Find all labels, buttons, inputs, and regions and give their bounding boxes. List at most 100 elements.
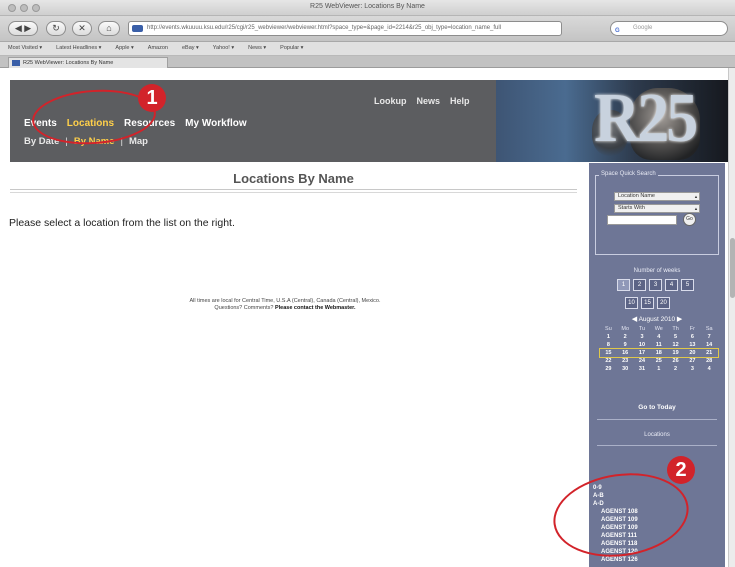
back-forward-button[interactable]: ◀ ▶	[8, 21, 38, 36]
weeks-option[interactable]: 10	[625, 297, 638, 309]
calendar-day[interactable]: 4	[650, 333, 667, 341]
bookmark-item[interactable]: Most Visited ▾	[8, 42, 42, 55]
bookmark-item[interactable]: Latest Headlines ▾	[56, 42, 101, 55]
calendar-day[interactable]: 22	[600, 357, 617, 365]
calendar-day[interactable]: 26	[667, 357, 684, 365]
calendar-week: 29 30 31 1 2 3 4	[600, 365, 718, 373]
weeks-option[interactable]: 5	[681, 279, 694, 291]
bookmark-item[interactable]: Apple ▾	[115, 42, 133, 55]
calendar-day[interactable]: 15	[600, 349, 617, 357]
home-icon: ⌂	[106, 23, 112, 33]
calendar-day[interactable]: 3	[634, 333, 651, 341]
calendar-month: August 2010	[638, 316, 676, 323]
scrollbar-thumb[interactable]	[730, 238, 735, 298]
stop-button[interactable]: ✕	[72, 21, 92, 36]
forward-icon[interactable]: ▶	[24, 23, 31, 33]
help-link[interactable]: Help	[450, 96, 470, 106]
calendar-day[interactable]: 9	[617, 341, 634, 349]
calendar-week: 8 9 10 11 12 13 14	[600, 341, 718, 349]
calendar-day[interactable]: 2	[667, 365, 684, 373]
quick-search-go-button[interactable]: Go	[683, 213, 696, 226]
quick-search-input[interactable]	[607, 215, 677, 225]
weeks-option[interactable]: 1	[617, 279, 630, 291]
calendar-day[interactable]: 19	[667, 349, 684, 357]
lookup-link[interactable]: Lookup	[374, 96, 407, 106]
search-field-select[interactable]: Location Name	[614, 192, 700, 201]
bookmark-item[interactable]: News ▾	[248, 42, 266, 55]
calendar-day[interactable]: 12	[667, 341, 684, 349]
calendar-day[interactable]: 16	[617, 349, 634, 357]
calendar-header: ◀ August 2010 ▶	[589, 315, 725, 323]
browser-tab[interactable]: R25 WebViewer: Locations By Name	[8, 57, 168, 68]
calendar-day[interactable]: 30	[617, 365, 634, 373]
calendar-day[interactable]: 17	[634, 349, 651, 357]
day-header: We	[654, 326, 663, 332]
quick-search-title: Space Quick Search	[599, 171, 658, 177]
calendar-day[interactable]: 24	[634, 357, 651, 365]
calendar-day[interactable]: 1	[650, 365, 667, 373]
day-header: Tu	[638, 326, 646, 332]
calendar-day[interactable]: 2	[617, 333, 634, 341]
weeks-option[interactable]: 20	[657, 297, 670, 309]
callout-badge-1: 1	[138, 84, 166, 112]
calendar-day[interactable]: 6	[684, 333, 701, 341]
weeks-option[interactable]: 3	[649, 279, 662, 291]
go-to-today-link[interactable]: Go to Today	[589, 404, 725, 411]
calendar-day[interactable]: 23	[617, 357, 634, 365]
location-link[interactable]: AGENST 126	[593, 556, 721, 564]
weeks-selector-extended: 10 15 20	[625, 297, 670, 309]
title-divider	[10, 192, 577, 193]
address-bar[interactable]: http://events.wkuuuu.ksu.edu/r25/cgi/r25…	[128, 21, 562, 36]
instruction-text: Please select a location from the list o…	[9, 217, 235, 229]
questions-text: Questions? Comments?	[214, 305, 274, 311]
weeks-option[interactable]: 2	[633, 279, 646, 291]
bookmark-item[interactable]: eBay ▾	[182, 42, 199, 55]
calendar-day[interactable]: 4	[701, 365, 718, 373]
calendar-day[interactable]: 13	[684, 341, 701, 349]
calendar-day[interactable]: 8	[600, 341, 617, 349]
stop-icon: ✕	[78, 23, 86, 33]
next-month-icon[interactable]: ▶	[677, 316, 682, 323]
nav-my-workflow[interactable]: My Workflow	[185, 118, 246, 129]
window-titlebar: R25 WebViewer: Locations By Name	[0, 0, 735, 16]
bookmark-item[interactable]: Popular ▾	[280, 42, 303, 55]
mini-calendar: Su Mo Tu We Th Fr Sa 1 2 3 4 5 6 7 8 9 1…	[599, 325, 719, 373]
reload-button[interactable]: ↻	[46, 21, 66, 36]
calendar-day[interactable]: 18	[650, 349, 667, 357]
weeks-option[interactable]: 4	[665, 279, 678, 291]
calendar-day[interactable]: 21	[701, 349, 718, 357]
web-search-field[interactable]: G Google	[610, 21, 728, 36]
calendar-day[interactable]: 1	[600, 333, 617, 341]
window-title: R25 WebViewer: Locations By Name	[310, 3, 425, 10]
page-title: Locations By Name	[10, 168, 577, 190]
sidebar-divider	[597, 419, 717, 420]
page-scrollbar[interactable]	[728, 68, 735, 567]
contact-webmaster-link[interactable]: Please contact the Webmaster.	[275, 305, 356, 311]
back-icon[interactable]: ◀	[15, 23, 22, 33]
calendar-day[interactable]: 31	[634, 365, 651, 373]
calendar-day[interactable]: 3	[684, 365, 701, 373]
tab-favicon-icon	[12, 60, 20, 66]
timezone-note: All times are local for Central Time, U.…	[189, 298, 381, 304]
calendar-day[interactable]: 10	[634, 341, 651, 349]
prev-month-icon[interactable]: ◀	[632, 316, 637, 323]
calendar-week-current: 15 16 17 18 19 20 21	[599, 348, 719, 358]
weeks-option[interactable]: 15	[641, 297, 654, 309]
bookmark-item[interactable]: Amazon	[148, 42, 168, 55]
news-link[interactable]: News	[417, 96, 441, 106]
calendar-day[interactable]: 5	[667, 333, 684, 341]
subnav-map[interactable]: Map	[129, 136, 148, 147]
calendar-day[interactable]: 11	[650, 341, 667, 349]
search-operator-select[interactable]: Starts With	[614, 204, 700, 213]
sidebar-divider	[597, 445, 717, 446]
calendar-day[interactable]: 29	[600, 365, 617, 373]
calendar-day[interactable]: 7	[701, 333, 718, 341]
callout-badge-2: 2	[667, 456, 695, 484]
bookmark-item[interactable]: Yahoo! ▾	[213, 42, 234, 55]
calendar-day[interactable]: 14	[701, 341, 718, 349]
calendar-day[interactable]: 28	[701, 357, 718, 365]
calendar-day[interactable]: 20	[684, 349, 701, 357]
calendar-day[interactable]: 27	[684, 357, 701, 365]
home-button[interactable]: ⌂	[98, 21, 120, 36]
calendar-day[interactable]: 25	[650, 357, 667, 365]
